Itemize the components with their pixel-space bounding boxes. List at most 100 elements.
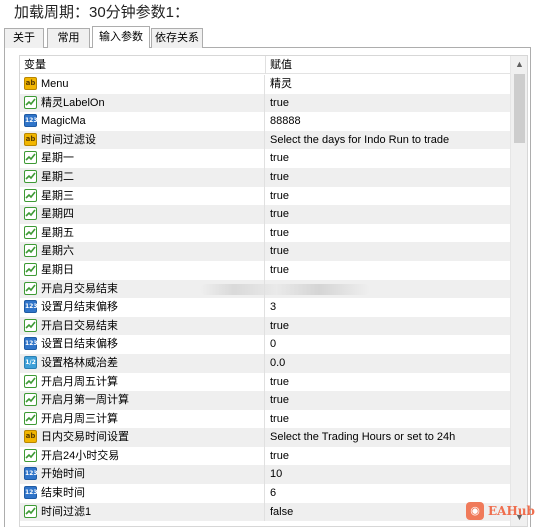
table-row[interactable]: 123 开始时间 10: [20, 465, 511, 485]
string-type-icon: ab: [24, 430, 37, 444]
value-cell[interactable]: Select the Trading Hours or set to 24h: [270, 428, 455, 447]
variable-cell: 星期六: [20, 242, 265, 261]
table-row[interactable]: 星期五 true: [20, 223, 511, 243]
variable-name: 精灵LabelOn: [41, 96, 105, 109]
bool-type-icon: [24, 374, 37, 388]
value-cell[interactable]: true: [270, 94, 289, 113]
variable-cell: ab Menu: [20, 75, 265, 94]
bool-type-icon: [24, 448, 37, 462]
table-row[interactable]: ab Menu 精灵: [20, 75, 511, 94]
table-row[interactable]: 123 MagicMa 88888: [20, 112, 511, 131]
scroll-up-icon[interactable]: ▲: [511, 56, 527, 73]
variable-name: 星期五: [41, 226, 74, 239]
table-row[interactable]: 开启月周三计算 true: [20, 409, 511, 429]
redacted-value: [200, 283, 370, 295]
value-cell[interactable]: 3: [270, 298, 276, 317]
variable-name: 日内交易时间设置: [41, 431, 129, 444]
value-cell[interactable]: true: [270, 242, 289, 261]
variable-cell: 星期四: [20, 205, 265, 224]
variable-name: 开启月交易结束: [41, 282, 118, 295]
value-cell[interactable]: 精灵: [270, 75, 292, 94]
value-cell[interactable]: true: [270, 187, 289, 206]
variable-cell: 123 MagicMa: [20, 112, 265, 131]
variable-cell: 星期三: [20, 186, 265, 206]
header-variable[interactable]: 变量: [20, 56, 265, 74]
table-header: 变量 赋值: [20, 56, 511, 74]
bool-type-icon: [24, 262, 37, 276]
table-row[interactable]: 开启月交易结束: [20, 279, 511, 299]
vertical-scrollbar[interactable]: ▲ ▼: [510, 56, 527, 526]
table-row[interactable]: 开启日交易结束 true: [20, 316, 511, 336]
table-row[interactable]: 星期日 true: [20, 260, 511, 280]
value-cell[interactable]: 6: [270, 484, 276, 503]
scroll-thumb[interactable]: [514, 74, 525, 143]
table-row[interactable]: 星期一 true: [20, 149, 511, 168]
table-row[interactable]: 123 设置月结束偏移 3: [20, 298, 511, 317]
header-value[interactable]: 赋值: [266, 56, 511, 74]
variable-cell: 星期五: [20, 223, 265, 243]
integer-type-icon: 123: [24, 337, 38, 351]
value-cell[interactable]: true: [270, 261, 289, 280]
watermark: ◉ EAHub: [466, 500, 535, 522]
bool-type-icon: [24, 281, 37, 295]
table-row[interactable]: 123 设置日结束偏移 0: [20, 335, 511, 354]
value-cell[interactable]: true: [270, 149, 289, 168]
table-row[interactable]: 星期六 true: [20, 242, 511, 261]
value-cell[interactable]: Select the days for Indo Run to trade: [270, 131, 449, 150]
value-cell[interactable]: 88888: [270, 112, 301, 131]
tab-inputs[interactable]: 输入参数: [92, 26, 150, 49]
value-cell[interactable]: true: [270, 391, 289, 410]
table-row[interactable]: 时间过滤1 false: [20, 502, 511, 522]
variable-name: 星期三: [41, 189, 74, 202]
variable-cell: 星期日: [20, 260, 265, 280]
variable-cell: 123 结束时间: [20, 484, 265, 503]
value-cell[interactable]: true: [270, 447, 289, 466]
variable-name: 时间过滤设: [41, 133, 96, 146]
value-cell[interactable]: true: [270, 373, 289, 392]
bool-type-icon: [24, 393, 37, 407]
variable-name: 开启月周三计算: [41, 412, 118, 425]
parameters-table: 变量 赋值 ab Menu 精灵精灵LabelOn true 123 MagicMa 888…: [19, 55, 528, 527]
variable-cell: 123 开始时间: [20, 465, 265, 485]
table-body: ab Menu 精灵 精灵LabelOn true 123 MagicMa 88888 ab 时间…: [20, 75, 511, 522]
bool-type-icon: [24, 151, 37, 165]
bool-type-icon: [24, 411, 37, 425]
watermark-logo-icon: ◉: [466, 502, 484, 520]
variable-name: Menu: [41, 78, 69, 90]
variable-cell: 开启月周五计算: [20, 372, 265, 392]
table-row[interactable]: 精灵LabelOn true: [20, 93, 511, 113]
variable-name: 时间过滤1: [41, 505, 92, 518]
variable-name: 开启月周五计算: [41, 375, 118, 388]
value-cell[interactable]: true: [270, 317, 289, 336]
bool-type-icon: [24, 244, 37, 258]
table-row[interactable]: 星期四 true: [20, 205, 511, 224]
value-cell[interactable]: 0.0: [270, 354, 285, 373]
variable-name: 星期一: [41, 152, 74, 165]
value-cell[interactable]: true: [270, 168, 289, 187]
tab-about[interactable]: 关于: [4, 28, 44, 48]
value-cell[interactable]: 0: [270, 335, 276, 354]
table-row[interactable]: 开启月周五计算 true: [20, 372, 511, 392]
table-row[interactable]: 星期二 true: [20, 167, 511, 187]
variable-cell: 123 设置月结束偏移: [20, 298, 265, 317]
table-row[interactable]: ab 时间过滤设 Select the days for Indo Run to t…: [20, 130, 511, 150]
table-row[interactable]: 123 结束时间 6: [20, 484, 511, 503]
table-row[interactable]: 1/2 设置格林威治差 0.0: [20, 353, 511, 373]
bool-type-icon: [24, 207, 37, 221]
table-row[interactable]: 开启24小时交易 true: [20, 446, 511, 466]
variable-cell: 1/2 设置格林威治差: [20, 353, 265, 373]
value-cell[interactable]: 10: [270, 465, 282, 484]
table-row[interactable]: 星期三 true: [20, 186, 511, 206]
value-cell[interactable]: true: [270, 224, 289, 243]
value-cell[interactable]: true: [270, 205, 289, 224]
bool-type-icon: [24, 504, 37, 518]
table-row[interactable]: ab 日内交易时间设置 Select the Trading Hours or se…: [20, 428, 511, 447]
table-row[interactable]: 开启月第一周计算 true: [20, 391, 511, 410]
value-cell[interactable]: true: [270, 410, 289, 429]
variable-cell: ab 日内交易时间设置: [20, 428, 265, 447]
tab-bar: 关于 常用 输入参数 依存关系: [4, 26, 531, 49]
string-type-icon: ab: [24, 77, 37, 90]
tab-common[interactable]: 常用: [47, 28, 90, 48]
value-cell[interactable]: false: [270, 503, 293, 522]
tab-dependencies[interactable]: 依存关系: [151, 28, 203, 48]
